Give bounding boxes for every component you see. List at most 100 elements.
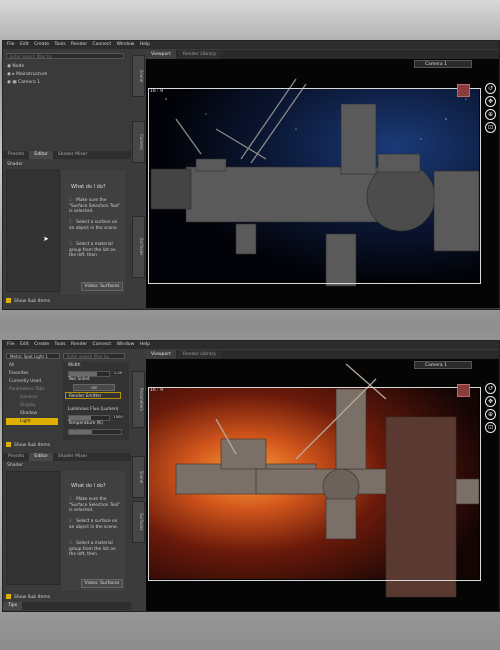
render-frame	[148, 387, 481, 581]
tab-tips[interactable]: Tips	[3, 602, 23, 610]
step-number: 1.	[69, 497, 74, 502]
show-sub-items-checkbox[interactable]: Show Sub Items	[6, 594, 50, 600]
menu-window[interactable]: Window	[117, 342, 135, 347]
show-sub-items-label: Show Sub Items	[14, 443, 51, 448]
tab-shader-mixer[interactable]: Shader Mixer	[53, 151, 93, 159]
tree-row[interactable]: ◉ ▸ Mainstructure	[7, 72, 47, 77]
step-number: 2.	[69, 519, 74, 524]
camera-selector[interactable]: Camera 1	[414, 361, 472, 369]
tab-presets[interactable]: Presets	[3, 151, 29, 159]
frame-icon[interactable]: ⊡	[485, 122, 496, 133]
search-input[interactable]: Enter search filter by	[63, 353, 125, 359]
checkbox-icon[interactable]	[6, 298, 11, 303]
menu-file[interactable]: File	[7, 342, 15, 347]
menu-render[interactable]: Render	[71, 42, 87, 47]
checkbox-icon[interactable]	[6, 442, 11, 447]
list-item[interactable]: General	[6, 394, 58, 401]
property-label: Width	[68, 363, 81, 368]
menu-edit[interactable]: Edit	[20, 342, 29, 347]
step-number: 3.	[69, 242, 74, 247]
property-list: Width 1.00 Two Sided Off Render Emitter …	[63, 362, 129, 440]
orbit-icon[interactable]: ↺	[485, 383, 496, 394]
tab-presets[interactable]: Presets	[3, 453, 29, 461]
tab-shader-mixer[interactable]: Shader Mixer	[53, 453, 93, 461]
surfaces-tabs: Presets Editor Shader Mixer	[3, 151, 131, 159]
list-item[interactable]: Currently Used	[6, 378, 58, 385]
step-text: Select a material group from the list on…	[69, 541, 116, 557]
menu-tools[interactable]: Tools	[55, 342, 66, 347]
menu-file[interactable]: File	[7, 42, 15, 47]
width-value[interactable]: 1.00	[113, 370, 123, 375]
side-tab-camera[interactable]: Camera	[132, 121, 145, 163]
menu-connect[interactable]: Connect	[93, 342, 112, 347]
show-sub-items-checkbox[interactable]: Show Sub Items	[6, 442, 50, 448]
menu-create[interactable]: Create	[34, 342, 49, 347]
list-item[interactable]: Favorites	[6, 370, 58, 377]
tab-viewport[interactable]: Viewport	[146, 350, 176, 359]
list-item[interactable]: Shadow	[6, 410, 58, 417]
step-text: Select a surface on an object in the sce…	[69, 519, 119, 530]
checkbox-icon[interactable]	[6, 594, 11, 599]
list-item[interactable]: All	[6, 362, 58, 369]
menu-help[interactable]: Help	[140, 42, 150, 47]
side-tab-surfaces[interactable]: Surfaces	[132, 501, 145, 543]
pan-icon[interactable]: ✥	[485, 96, 496, 107]
menu-window[interactable]: Window	[117, 42, 135, 47]
tree-row[interactable]: ◉ Node	[7, 64, 24, 69]
side-tab-surfaces[interactable]: Surfaces	[132, 216, 145, 278]
tab-render-library[interactable]: Render Library	[177, 50, 222, 59]
camera-cube-icon[interactable]	[457, 84, 470, 97]
viewport-nav-controls	[457, 84, 471, 100]
tree-label: Mainstructure	[16, 72, 48, 77]
step-number: 2.	[69, 220, 74, 225]
eye-icon[interactable]: ◉	[7, 80, 11, 85]
menu-tools[interactable]: Tools	[55, 42, 66, 47]
camera-cube-icon[interactable]	[457, 384, 470, 397]
side-tab-scene[interactable]: Scene	[132, 456, 145, 498]
render-frame	[148, 88, 481, 284]
property-label: Temperature (K)	[68, 421, 103, 426]
list-item-selected[interactable]: Light	[6, 418, 58, 425]
tab-editor[interactable]: Editor	[29, 453, 53, 461]
two-sided-toggle[interactable]: Off	[73, 384, 115, 391]
help-step: 1. Make sure the "Surface Selection Tool"…	[69, 198, 123, 215]
menu-render[interactable]: Render	[71, 342, 87, 347]
menu-edit[interactable]: Edit	[20, 42, 29, 47]
zoom-icon[interactable]: ⊕	[485, 109, 496, 120]
help-step: 1. Make sure the "Surface Selection Tool"…	[69, 497, 123, 514]
eye-icon[interactable]: ◉	[7, 64, 11, 69]
property-label-highlighted[interactable]: Render Emitter	[65, 392, 121, 399]
pan-icon[interactable]: ✥	[485, 396, 496, 407]
list-item[interactable]: Display	[6, 402, 58, 409]
shader-label: Shader	[7, 162, 23, 167]
side-tab-parameters[interactable]: Parameters	[132, 371, 145, 428]
side-tab-scene[interactable]: Scene	[132, 55, 145, 97]
viewport[interactable]: 16 : 9 Camera 1 ↺ ✥ ⊕ ⊡	[146, 59, 499, 308]
step-text: Select a surface on an object in the sce…	[69, 220, 119, 231]
video-surfaces-button[interactable]: Video: Surfaces	[81, 282, 123, 291]
orbit-icon[interactable]: ↺	[485, 83, 496, 94]
surface-list	[6, 170, 60, 292]
list-item[interactable]: Parameters Tabs	[6, 386, 58, 393]
viewport-tabs: Viewport Render Library	[146, 350, 499, 359]
tab-editor[interactable]: Editor	[29, 151, 53, 159]
viewport-tabs: Viewport Render Library	[146, 50, 499, 59]
tab-viewport[interactable]: Viewport	[146, 50, 176, 59]
temperature-slider[interactable]	[68, 429, 122, 435]
search-input[interactable]: Enter search filter by	[6, 53, 124, 59]
eye-icon[interactable]: ◉	[7, 72, 11, 77]
camera-selector[interactable]: Camera 1	[414, 60, 472, 68]
tree-label: Camera 1	[18, 80, 41, 85]
node-selector[interactable]: Metric Spot Light 1	[6, 353, 60, 359]
menu-help[interactable]: Help	[140, 342, 150, 347]
show-sub-items-checkbox[interactable]: Show Sub Items	[6, 298, 50, 304]
tree-row[interactable]: ◉ ▣ Camera 1	[7, 80, 40, 85]
viewport[interactable]: 16 : 9 Camera 1 ↺ ✥ ⊕ ⊡	[146, 359, 499, 611]
flux-value[interactable]: 1500	[113, 414, 123, 419]
zoom-icon[interactable]: ⊕	[485, 409, 496, 420]
video-surfaces-button[interactable]: Video: Surfaces	[81, 579, 123, 588]
menu-connect[interactable]: Connect	[93, 42, 112, 47]
frame-icon[interactable]: ⊡	[485, 422, 496, 433]
menu-create[interactable]: Create	[34, 42, 49, 47]
tab-render-library[interactable]: Render Library	[177, 350, 222, 359]
